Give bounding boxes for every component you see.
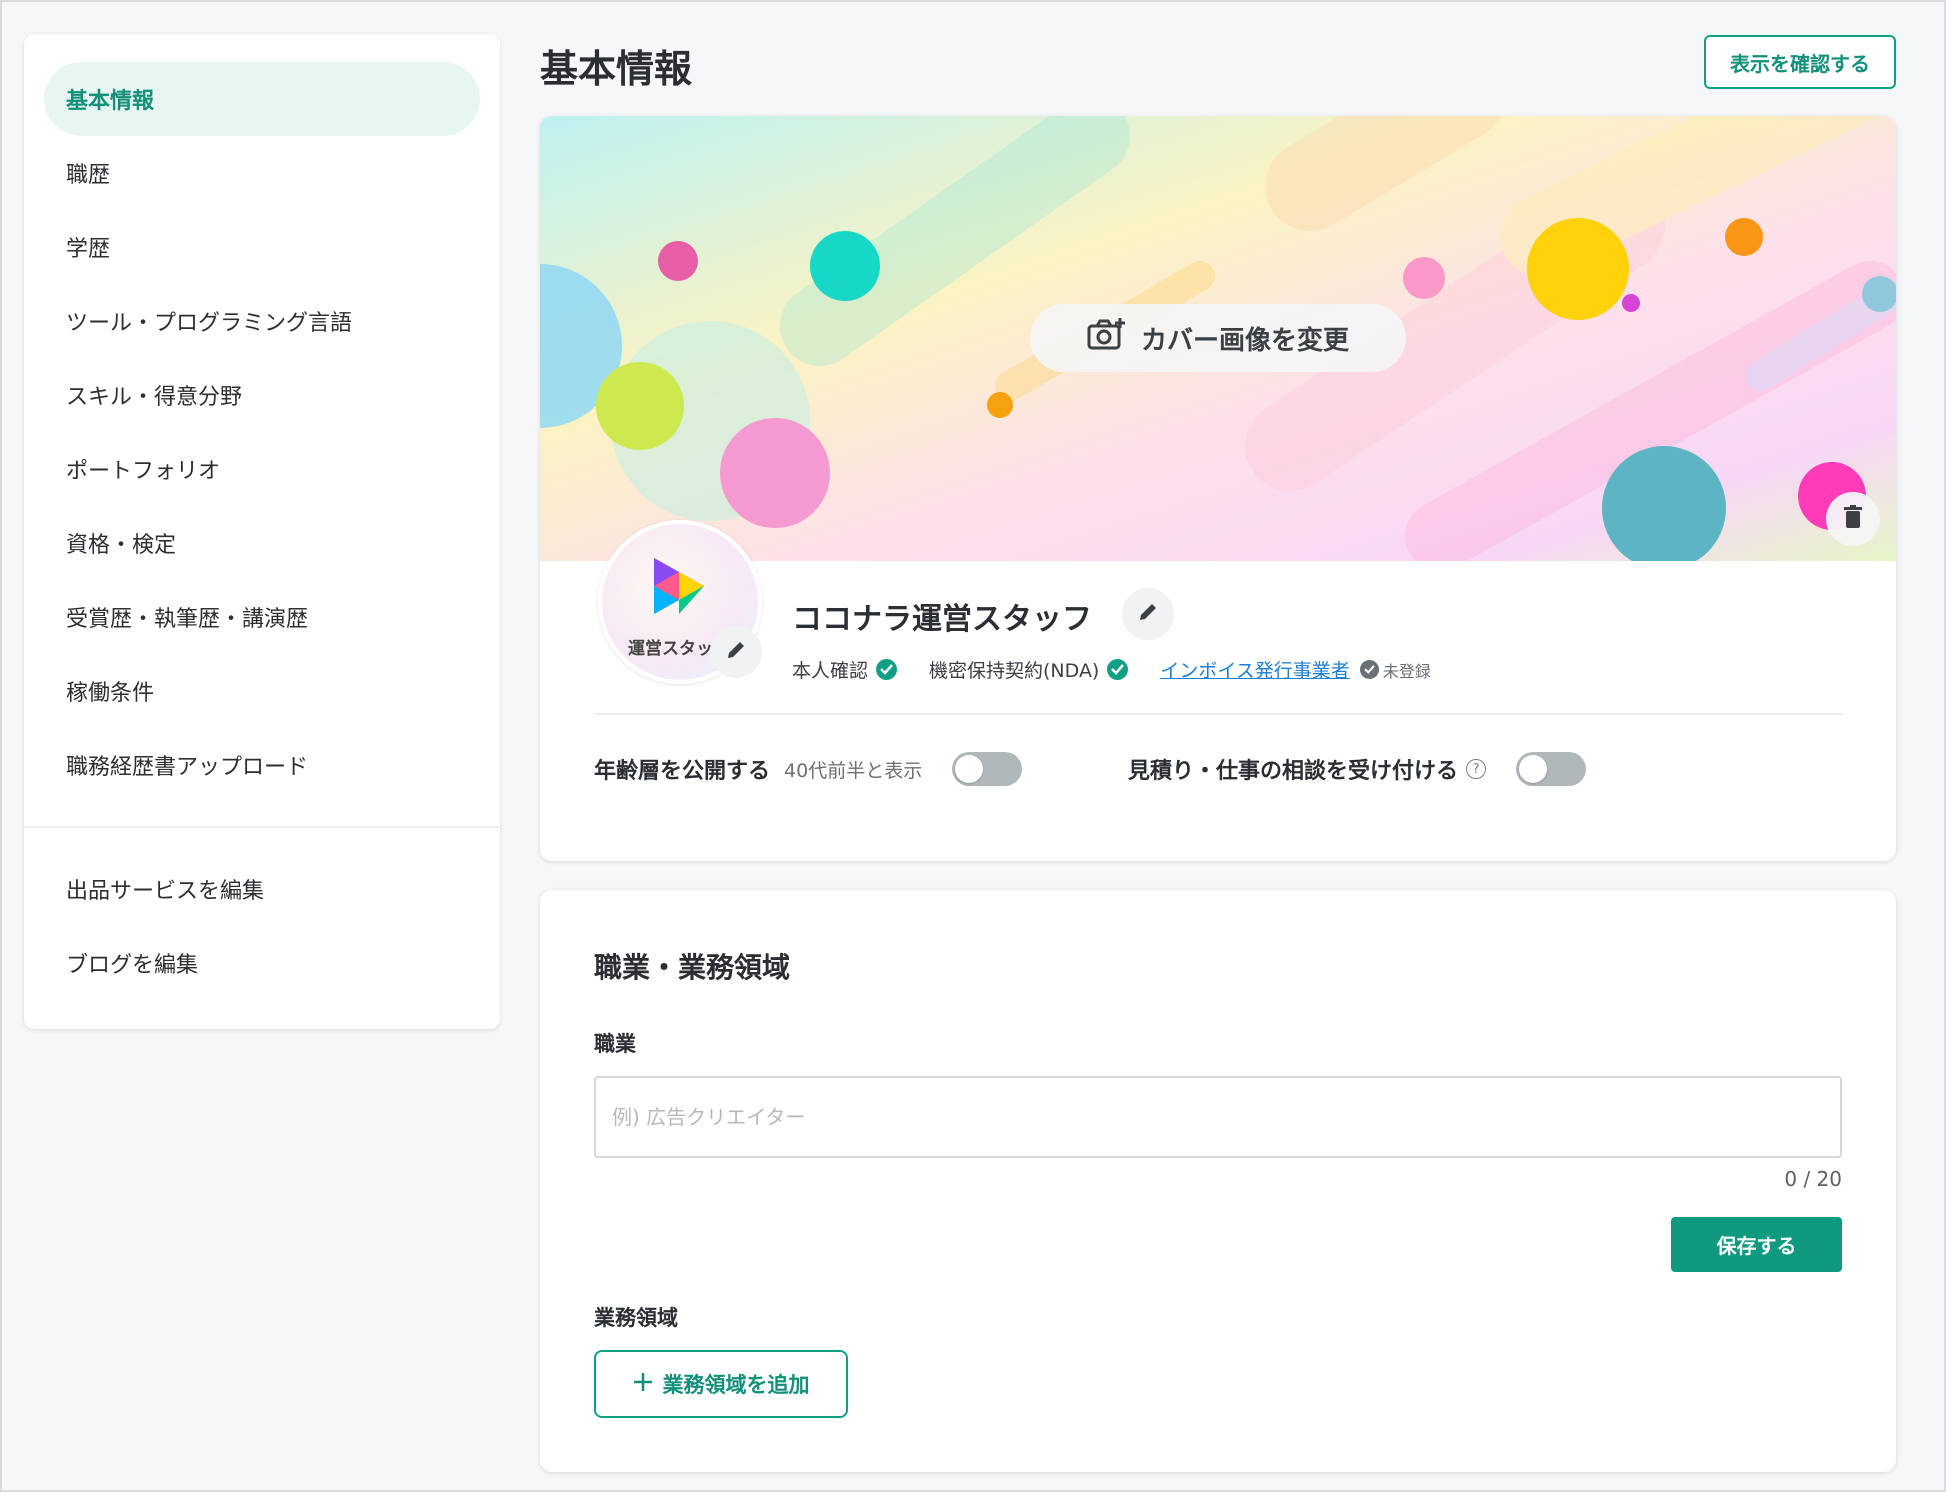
age-setting-row: 年齢層を公開する 40代前半と表示 [594,752,1023,786]
invoice-status: 未登録 [1382,661,1431,681]
profile-card: カバー画像を変更 運営スタッ ココナラ運営スタッフ 本人確認 機密保持契約(ND… [540,116,1896,861]
sidebar-item-work-history[interactable]: 職歴 [44,136,480,210]
job-field-label: 職業 [594,1032,636,1056]
page-title: 基本情報 [540,47,693,91]
sidebar-item-tools[interactable]: ツール・プログラミング言語 [44,284,480,358]
nda-label: 機密保持契約(NDA) [929,660,1100,682]
sidebar-item-label: 学歴 [66,237,111,262]
occupation-card: 職業・業務領域 職業 0 / 20 保存する 業務領域 業務領域を追加 [540,890,1896,1472]
sidebar-item-portfolio[interactable]: ポートフォリオ [44,432,480,506]
divider [594,713,1842,715]
change-cover-label: カバー画像を変更 [1140,325,1349,356]
sidebar-item-label: 受賞歴・執筆歴・講演歴 [66,607,309,632]
domain-field-label: 業務領域 [594,1306,678,1330]
add-domain-button[interactable]: 業務領域を追加 [594,1350,848,1418]
sidebar-item-label: 資格・検定 [66,533,177,558]
camera-add-icon [1087,317,1127,360]
help-icon[interactable]: ? [1466,759,1487,779]
sidebar-item-label: 職務経歴書アップロード [66,755,309,780]
sidebar-item-certifications[interactable]: 資格・検定 [44,506,480,580]
sidebar-item-label: 稼働条件 [66,681,155,706]
profile-name: ココナラ運営スタッフ [792,602,1092,637]
sidebar-item-edit-blog[interactable]: ブログを編集 [44,926,480,1000]
job-input[interactable] [594,1076,1842,1158]
pencil-icon [725,639,747,665]
edit-name-button[interactable] [1122,588,1174,640]
identity-label: 本人確認 [792,660,869,682]
sidebar: 基本情報 職歴 学歴 ツール・プログラミング言語 スキル・得意分野 ポートフォリ… [24,34,500,1029]
age-toggle-label: 年齢層を公開する [594,759,771,784]
check-icon [1359,660,1379,679]
invoice-badge: インボイス発行事業者 未登録 [1160,656,1431,683]
sidebar-item-resume-upload[interactable]: 職務経歴書アップロード [44,728,480,802]
sidebar-item-basic-info[interactable]: 基本情報 [44,62,480,136]
char-counter: 0 / 20 [1784,1167,1842,1191]
sidebar-item-label: ポートフォリオ [66,459,221,484]
consult-toggle-label: 見積り・仕事の相談を受け付ける [1128,759,1459,784]
sidebar-item-label: 基本情報 [66,89,155,114]
sidebar-item-label: 職歴 [66,163,111,188]
identity-badge: 本人確認 [792,656,898,683]
check-icon [876,659,898,680]
avatar-text: 運営スタッ [628,639,713,659]
section-title: 職業・業務領域 [594,951,791,984]
plus-icon [633,1372,653,1397]
preview-button[interactable]: 表示を確認する [1704,35,1896,89]
invoice-link[interactable]: インボイス発行事業者 [1160,656,1349,683]
cover-image: カバー画像を変更 [540,116,1896,561]
nda-badge: 機密保持契約(NDA) [929,656,1129,683]
sidebar-item-education[interactable]: 学歴 [44,210,480,284]
age-toggle[interactable] [952,752,1023,786]
sidebar-item-label: スキル・得意分野 [66,385,243,410]
sidebar-item-label: 出品サービスを編集 [66,879,265,904]
sidebar-item-label: ツール・プログラミング言語 [66,311,353,336]
save-button[interactable]: 保存する [1671,1217,1842,1272]
trash-icon [1843,505,1863,533]
check-icon [1107,659,1129,680]
brand-logo [654,558,704,614]
edit-avatar-button[interactable] [710,626,762,678]
delete-cover-button[interactable] [1826,492,1880,546]
pencil-icon [1137,601,1159,627]
add-domain-label: 業務領域を追加 [662,1373,810,1397]
sidebar-item-awards[interactable]: 受賞歴・執筆歴・講演歴 [44,580,480,654]
age-toggle-sublabel: 40代前半と表示 [784,759,923,782]
consult-setting-row: 見積り・仕事の相談を受け付ける ? [1128,752,1587,786]
change-cover-button[interactable]: カバー画像を変更 [1030,304,1406,372]
toggle-knob [955,755,984,783]
sidebar-item-label: ブログを編集 [66,953,199,978]
sidebar-item-work-conditions[interactable]: 稼働条件 [44,654,480,728]
sidebar-item-skills[interactable]: スキル・得意分野 [44,358,480,432]
toggle-knob [1519,755,1548,783]
sidebar-item-edit-services[interactable]: 出品サービスを編集 [44,852,480,926]
verification-badges: 本人確認 機密保持契約(NDA) インボイス発行事業者 未登録 [792,656,1463,683]
sidebar-divider [24,826,500,828]
consult-toggle[interactable] [1516,752,1587,786]
